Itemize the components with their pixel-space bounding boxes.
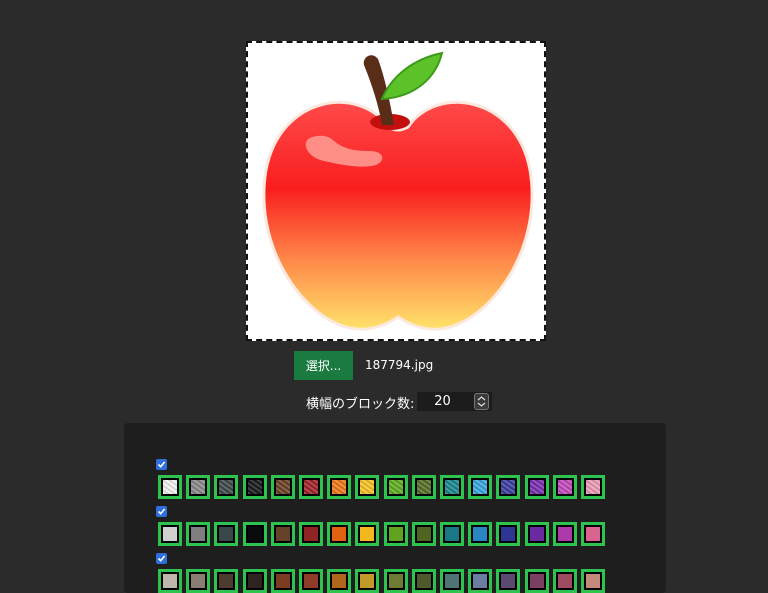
color-swatch[interactable] <box>299 569 323 593</box>
color-swatch[interactable] <box>214 522 239 546</box>
color-swatch[interactable] <box>355 475 380 499</box>
palette-checkbox[interactable] <box>156 506 167 517</box>
color-swatch[interactable] <box>242 522 267 546</box>
color-swatch[interactable] <box>158 522 182 546</box>
select-file-button[interactable]: 選択... <box>294 351 353 380</box>
color-swatch[interactable] <box>355 522 380 546</box>
color-swatch[interactable] <box>552 569 577 593</box>
color-swatch[interactable] <box>327 569 352 593</box>
block-count-label: 横幅のブロック数: <box>306 397 415 412</box>
color-swatch[interactable] <box>270 569 295 593</box>
color-swatch[interactable] <box>186 569 211 593</box>
stepper-icon[interactable] <box>474 393 489 410</box>
palette-checkbox[interactable] <box>156 459 167 470</box>
color-swatch[interactable] <box>552 475 577 499</box>
color-swatch[interactable] <box>552 522 577 546</box>
color-swatch[interactable] <box>496 569 521 593</box>
color-swatch[interactable] <box>383 522 408 546</box>
color-swatch[interactable] <box>524 475 549 499</box>
color-swatch[interactable] <box>383 475 408 499</box>
color-swatch[interactable] <box>242 569 267 593</box>
block-count-input[interactable]: 20 <box>417 392 492 411</box>
apple-image <box>262 51 534 331</box>
color-swatch[interactable] <box>440 475 464 499</box>
color-swatch[interactable] <box>214 569 239 593</box>
color-swatch[interactable] <box>355 569 380 593</box>
selected-filename: 187794.jpg <box>365 358 434 372</box>
color-swatch[interactable] <box>214 475 239 499</box>
color-swatch[interactable] <box>440 569 464 593</box>
color-swatch[interactable] <box>581 522 605 546</box>
checkmark-icon <box>157 508 166 515</box>
color-swatch[interactable] <box>327 475 352 499</box>
color-swatch[interactable] <box>496 522 521 546</box>
color-swatch[interactable] <box>440 522 464 546</box>
color-swatch[interactable] <box>270 475 295 499</box>
color-swatch[interactable] <box>524 522 549 546</box>
color-swatch[interactable] <box>468 569 493 593</box>
checkmark-icon <box>157 461 166 468</box>
color-swatch[interactable] <box>299 475 323 499</box>
image-preview <box>246 41 546 341</box>
color-swatch[interactable] <box>242 475 267 499</box>
color-swatch[interactable] <box>411 522 436 546</box>
color-swatch[interactable] <box>299 522 323 546</box>
checkmark-icon <box>157 555 166 562</box>
color-swatch[interactable] <box>327 522 352 546</box>
palette-checkbox[interactable] <box>156 553 167 564</box>
color-swatch[interactable] <box>383 569 408 593</box>
color-swatch[interactable] <box>524 569 549 593</box>
color-swatch[interactable] <box>496 475 521 499</box>
color-swatch[interactable] <box>581 569 605 593</box>
color-swatch[interactable] <box>158 475 182 499</box>
color-swatch[interactable] <box>270 522 295 546</box>
color-swatch[interactable] <box>411 475 436 499</box>
block-count-value[interactable]: 20 <box>417 394 474 409</box>
color-swatch[interactable] <box>468 522 493 546</box>
color-swatch[interactable] <box>411 569 436 593</box>
color-swatch[interactable] <box>581 475 605 499</box>
color-swatch[interactable] <box>468 475 493 499</box>
palette-panel <box>124 423 666 593</box>
color-swatch[interactable] <box>186 522 211 546</box>
color-swatch[interactable] <box>158 569 182 593</box>
color-swatch[interactable] <box>186 475 211 499</box>
